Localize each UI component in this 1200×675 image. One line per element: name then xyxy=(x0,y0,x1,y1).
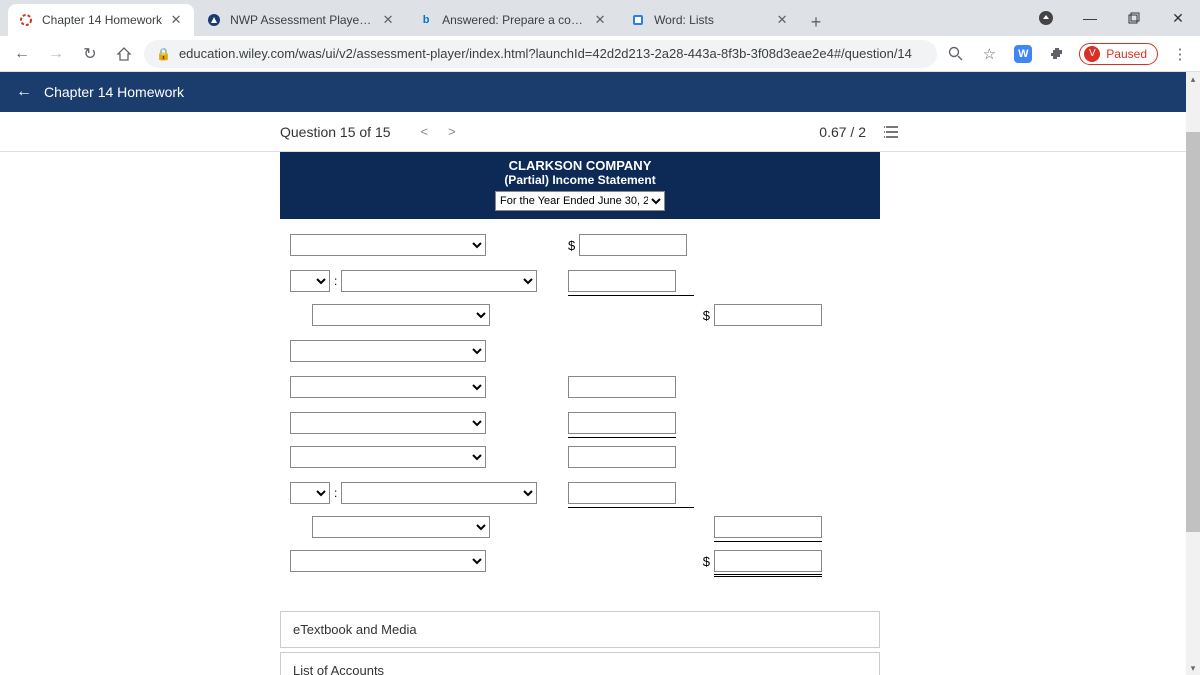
url-text: education.wiley.com/was/ui/v2/assessment… xyxy=(179,46,912,61)
line8-prefix[interactable] xyxy=(290,482,330,504)
list-of-accounts-link[interactable]: List of Accounts xyxy=(280,652,880,675)
period-select[interactable]: For the Year Ended June 30, 2020 xyxy=(495,191,665,211)
line7-amount[interactable] xyxy=(568,446,676,468)
line6-account[interactable] xyxy=(290,412,486,434)
line8-account[interactable] xyxy=(341,482,537,504)
vertical-scrollbar[interactable]: ▴ ▾ xyxy=(1186,72,1200,675)
question-list-icon[interactable] xyxy=(884,125,900,139)
dollar-2: $ xyxy=(703,308,710,323)
question-bar: Question 15 of 15 < > 0.67 / 2 xyxy=(0,112,1200,152)
lock-icon: 🔒 xyxy=(156,47,171,61)
scroll-up-icon[interactable]: ▴ xyxy=(1186,72,1200,86)
browser-tab-2[interactable]: b Answered: Prepare a cost of goo ✕ xyxy=(408,4,618,36)
score-text: 0.67 / 2 xyxy=(819,124,866,140)
line2-account[interactable] xyxy=(341,270,537,292)
window-controls: ― ✕ xyxy=(1024,0,1200,36)
statement-header: CLARKSON COMPANY (Partial) Income Statem… xyxy=(280,152,880,219)
app-back-button[interactable]: ← xyxy=(16,83,32,101)
line1-amount[interactable] xyxy=(579,234,687,256)
bookmark-icon[interactable]: ☆ xyxy=(977,42,1001,66)
statement-subtitle: (Partial) Income Statement xyxy=(280,173,880,187)
assignment-title: Chapter 14 Homework xyxy=(44,84,184,100)
app-header: ← Chapter 14 Homework xyxy=(0,72,1200,112)
line3-amount[interactable] xyxy=(714,304,822,326)
scroll-down-icon[interactable]: ▾ xyxy=(1186,661,1200,675)
line3-account[interactable] xyxy=(312,304,490,326)
tab-close-2[interactable]: ✕ xyxy=(592,12,608,28)
browser-tab-1[interactable]: NWP Assessment Player UI Appli ✕ xyxy=(196,4,406,36)
address-bar: ← → ↻ 🔒 education.wiley.com/was/ui/v2/as… xyxy=(0,36,1200,72)
line6-amount[interactable] xyxy=(568,412,676,434)
company-name: CLARKSON COMPANY xyxy=(280,158,880,173)
zoom-icon[interactable] xyxy=(943,42,967,66)
tab-title-1: NWP Assessment Player UI Appli xyxy=(230,13,374,27)
toolbar-right: ☆ W V Paused ⋮ xyxy=(943,42,1192,66)
maximize-button[interactable] xyxy=(1112,0,1156,36)
tab-close-3[interactable]: ✕ xyxy=(774,12,790,28)
tab-strip: Chapter 14 Homework ✕ NWP Assessment Pla… xyxy=(0,0,1200,36)
content-area: CLARKSON COMPANY (Partial) Income Statem… xyxy=(0,152,1186,675)
favicon-1 xyxy=(206,12,222,28)
tab-close-1[interactable]: ✕ xyxy=(380,12,396,28)
colon-1: : xyxy=(334,274,337,288)
browser-tab-3[interactable]: Word: Lists ✕ xyxy=(620,4,800,36)
browser-tab-0[interactable]: Chapter 14 Homework ✕ xyxy=(8,4,194,36)
back-button[interactable]: ← xyxy=(8,40,36,68)
favicon-0 xyxy=(18,12,34,28)
line10-amount[interactable] xyxy=(714,550,822,572)
profile-paused[interactable]: V Paused xyxy=(1079,43,1158,65)
favicon-3 xyxy=(630,12,646,28)
line2-amount[interactable] xyxy=(568,270,676,292)
kebab-menu-icon[interactable]: ⋮ xyxy=(1168,42,1192,66)
dollar-3: $ xyxy=(703,554,710,569)
tab-title-2: Answered: Prepare a cost of goo xyxy=(442,13,586,27)
question-label: Question 15 of 15 xyxy=(280,124,391,140)
line5-amount[interactable] xyxy=(568,376,676,398)
extension-w-icon[interactable]: W xyxy=(1011,42,1035,66)
tab-title-3: Word: Lists xyxy=(654,13,768,27)
updates-icon[interactable] xyxy=(1024,0,1068,36)
line2-prefix[interactable] xyxy=(290,270,330,292)
colon-2: : xyxy=(334,486,337,500)
scroll-thumb[interactable] xyxy=(1186,132,1200,532)
line8-amount[interactable] xyxy=(568,482,676,504)
tab-close-0[interactable]: ✕ xyxy=(168,12,184,28)
minimize-button[interactable]: ― xyxy=(1068,0,1112,36)
forward-button[interactable]: → xyxy=(42,40,70,68)
url-box[interactable]: 🔒 education.wiley.com/was/ui/v2/assessme… xyxy=(144,40,937,68)
favicon-2: b xyxy=(418,12,434,28)
line7-account[interactable] xyxy=(290,446,486,468)
extensions-icon[interactable] xyxy=(1045,42,1069,66)
question-nav: < > xyxy=(421,124,456,139)
line10-account[interactable] xyxy=(290,550,486,572)
line9-account[interactable] xyxy=(312,516,490,538)
next-question[interactable]: > xyxy=(448,124,456,139)
close-window-button[interactable]: ✕ xyxy=(1156,0,1200,36)
home-button[interactable] xyxy=(110,40,138,68)
new-tab-button[interactable]: + xyxy=(802,8,830,36)
paused-label: Paused xyxy=(1106,47,1147,61)
score-area: 0.67 / 2 xyxy=(819,124,900,140)
prev-question[interactable]: < xyxy=(421,124,429,139)
etextbook-link[interactable]: eTextbook and Media xyxy=(280,611,880,648)
avatar: V xyxy=(1084,46,1100,62)
reload-button[interactable]: ↻ xyxy=(76,40,104,68)
tab-title-0: Chapter 14 Homework xyxy=(42,13,162,27)
dollar-1: $ xyxy=(568,238,575,253)
line9-amount[interactable] xyxy=(714,516,822,538)
line1-account[interactable] xyxy=(290,234,486,256)
line4-account[interactable] xyxy=(290,340,486,362)
line5-account[interactable] xyxy=(290,376,486,398)
form-body: $ : xyxy=(280,219,880,607)
